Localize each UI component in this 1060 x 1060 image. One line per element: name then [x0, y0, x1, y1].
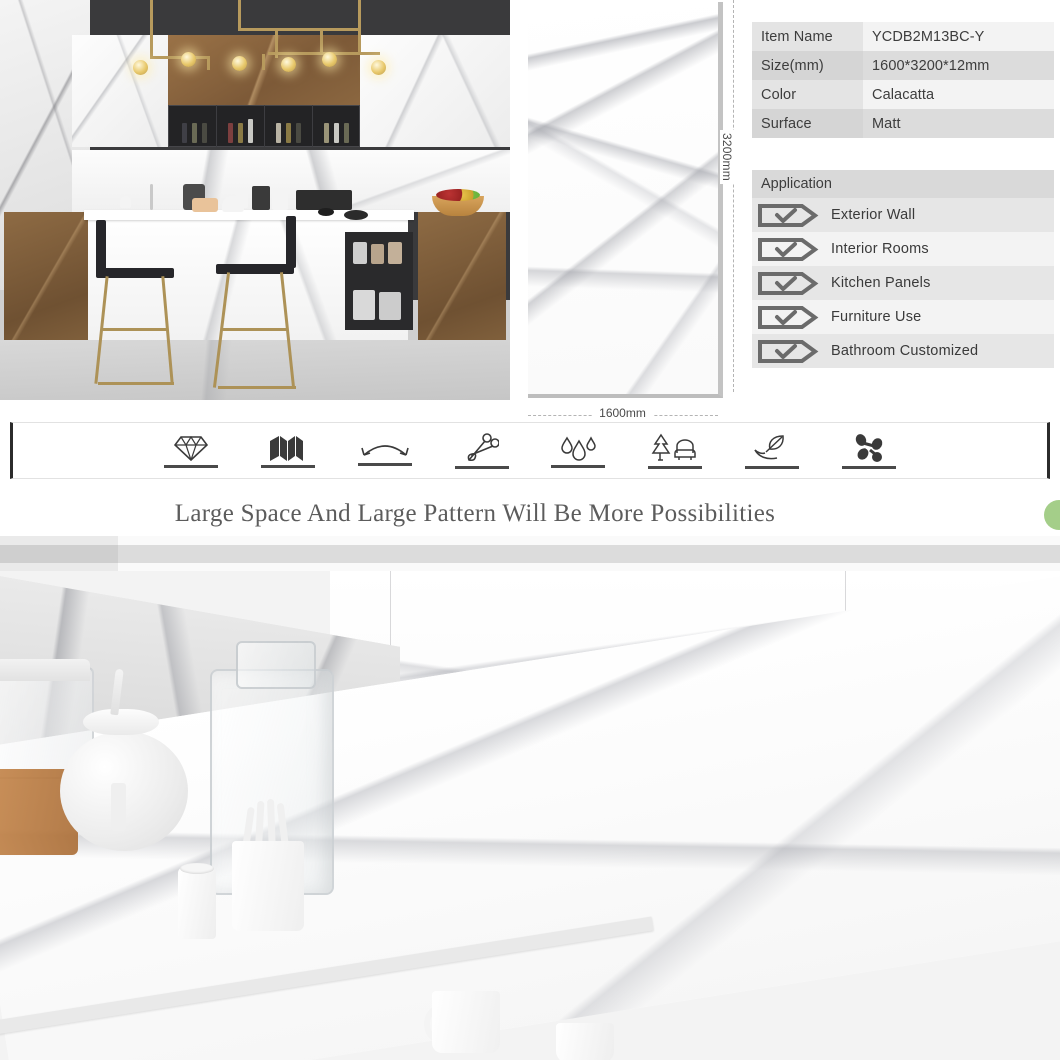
bacteria-icon	[850, 433, 888, 463]
kitchen-floor	[0, 340, 510, 400]
ceramic-mug	[432, 991, 500, 1053]
layered-panels-icon	[267, 434, 309, 462]
feature-antibacterial	[820, 433, 917, 469]
table-row: Item Name YCDB2M13BC-Y	[752, 22, 1054, 51]
feature-diamond	[143, 434, 240, 468]
height-dimension-label: 3200mm	[720, 130, 734, 184]
feature-eco-furniture	[627, 433, 724, 469]
tree-sofa-icon	[649, 433, 701, 463]
icon-underline	[454, 465, 509, 469]
application-label: Bathroom Customized	[831, 343, 979, 359]
pendant-bulb-icon	[232, 56, 247, 71]
feature-bend	[337, 436, 434, 466]
pendant-bulb-icon	[322, 52, 337, 67]
kitchen-stone-pillar-left	[4, 212, 92, 340]
icon-underline	[261, 464, 316, 468]
height-dimension-line	[733, 0, 734, 392]
application-title: Application	[752, 170, 1054, 198]
pendant-bulb-icon	[371, 60, 386, 75]
page-title: Large Space And Large Pattern Will Be Mo…	[174, 500, 776, 527]
kitchen-upper-cabinet-left	[72, 35, 168, 147]
application-row-exterior-wall: Exterior Wall	[752, 198, 1054, 232]
check-arrow-icon	[757, 237, 819, 262]
spec-value: Matt	[863, 109, 1054, 138]
kitchen-upper-cabinet-brown	[168, 35, 360, 105]
ceramic-cup	[556, 1023, 614, 1060]
feature-eco-friendly	[724, 433, 821, 469]
tile-swatch-image	[528, 2, 723, 398]
feature-cuttable	[433, 432, 530, 469]
application-label: Interior Rooms	[831, 241, 929, 257]
leaf-hand-icon	[751, 433, 793, 463]
glass-jar-neck	[236, 641, 316, 689]
pendant-bulb-icon	[133, 60, 148, 75]
application-row-kitchen-panels: Kitchen Panels	[752, 266, 1054, 300]
check-arrow-icon	[757, 271, 819, 296]
application-label: Exterior Wall	[831, 207, 916, 223]
water-drops-icon	[557, 434, 599, 462]
teapot-handle	[111, 783, 126, 831]
salt-shaker	[178, 867, 216, 939]
spec-label: Color	[752, 80, 863, 109]
spec-value: YCDB2M13BC-Y	[863, 22, 1054, 51]
spec-label: Size(mm)	[752, 51, 863, 80]
feature-waterproof	[530, 434, 627, 468]
application-row-bathroom-customized: Bathroom Customized	[752, 334, 1054, 368]
diamond-icon	[174, 434, 209, 462]
width-dimension-label: 1600mm	[510, 406, 735, 420]
kitchen-stone-pillar-right	[418, 212, 506, 340]
pendant-bulb-icon	[181, 52, 196, 67]
table-row: Surface Matt	[752, 109, 1054, 138]
countertop-closeup-photo	[0, 571, 1060, 1060]
application-label: Kitchen Panels	[831, 275, 931, 291]
icon-underline	[841, 465, 896, 469]
application-label: Furniture Use	[831, 309, 922, 325]
product-overview-section: 3200mm 1600mm Item Name YCDB2M13BC-Y Siz…	[0, 0, 1060, 420]
table-row: Color Calacatta	[752, 80, 1054, 109]
accent-dot	[1044, 500, 1060, 530]
feature-layered-panels	[240, 434, 337, 468]
shaker-top	[180, 863, 214, 874]
application-row-furniture-use: Furniture Use	[752, 300, 1054, 334]
spec-value: 1600*3200*12mm	[863, 51, 1054, 80]
icon-underline	[551, 464, 606, 468]
kitchen-bottle-niche	[168, 105, 360, 147]
utensil-holder	[232, 841, 304, 931]
pendant-bulb-icon	[281, 57, 296, 72]
icon-underline	[648, 465, 703, 469]
application-table: Application Exterior Wall Interior Rooms…	[752, 170, 1054, 368]
icon-underline	[164, 464, 219, 468]
icon-underline	[357, 462, 412, 466]
specification-table: Item Name YCDB2M13BC-Y Size(mm) 1600*320…	[752, 22, 1054, 138]
kitchen-open-cabinet	[345, 232, 413, 330]
table-row: Size(mm) 1600*3200*12mm	[752, 51, 1054, 80]
feature-icon-strip	[10, 422, 1050, 479]
bend-arc-icon	[359, 436, 411, 460]
check-arrow-icon	[757, 203, 819, 228]
icon-underline	[744, 465, 799, 469]
spec-label: Item Name	[752, 22, 863, 51]
section-divider-band	[0, 536, 1060, 571]
canister-lid	[0, 659, 90, 681]
check-arrow-icon	[757, 305, 819, 330]
kitchen-scene-photo	[0, 0, 510, 400]
check-arrow-icon	[757, 339, 819, 364]
teapot-lid	[83, 709, 159, 735]
kitchen-upper-cabinet-right	[360, 35, 510, 147]
spec-value: Calacatta	[863, 80, 1054, 109]
tile-dimension-diagram: 3200mm 1600mm	[510, 0, 750, 420]
application-row-interior-rooms: Interior Rooms	[752, 232, 1054, 266]
spec-label: Surface	[752, 109, 863, 138]
scissors-icon	[465, 432, 499, 463]
